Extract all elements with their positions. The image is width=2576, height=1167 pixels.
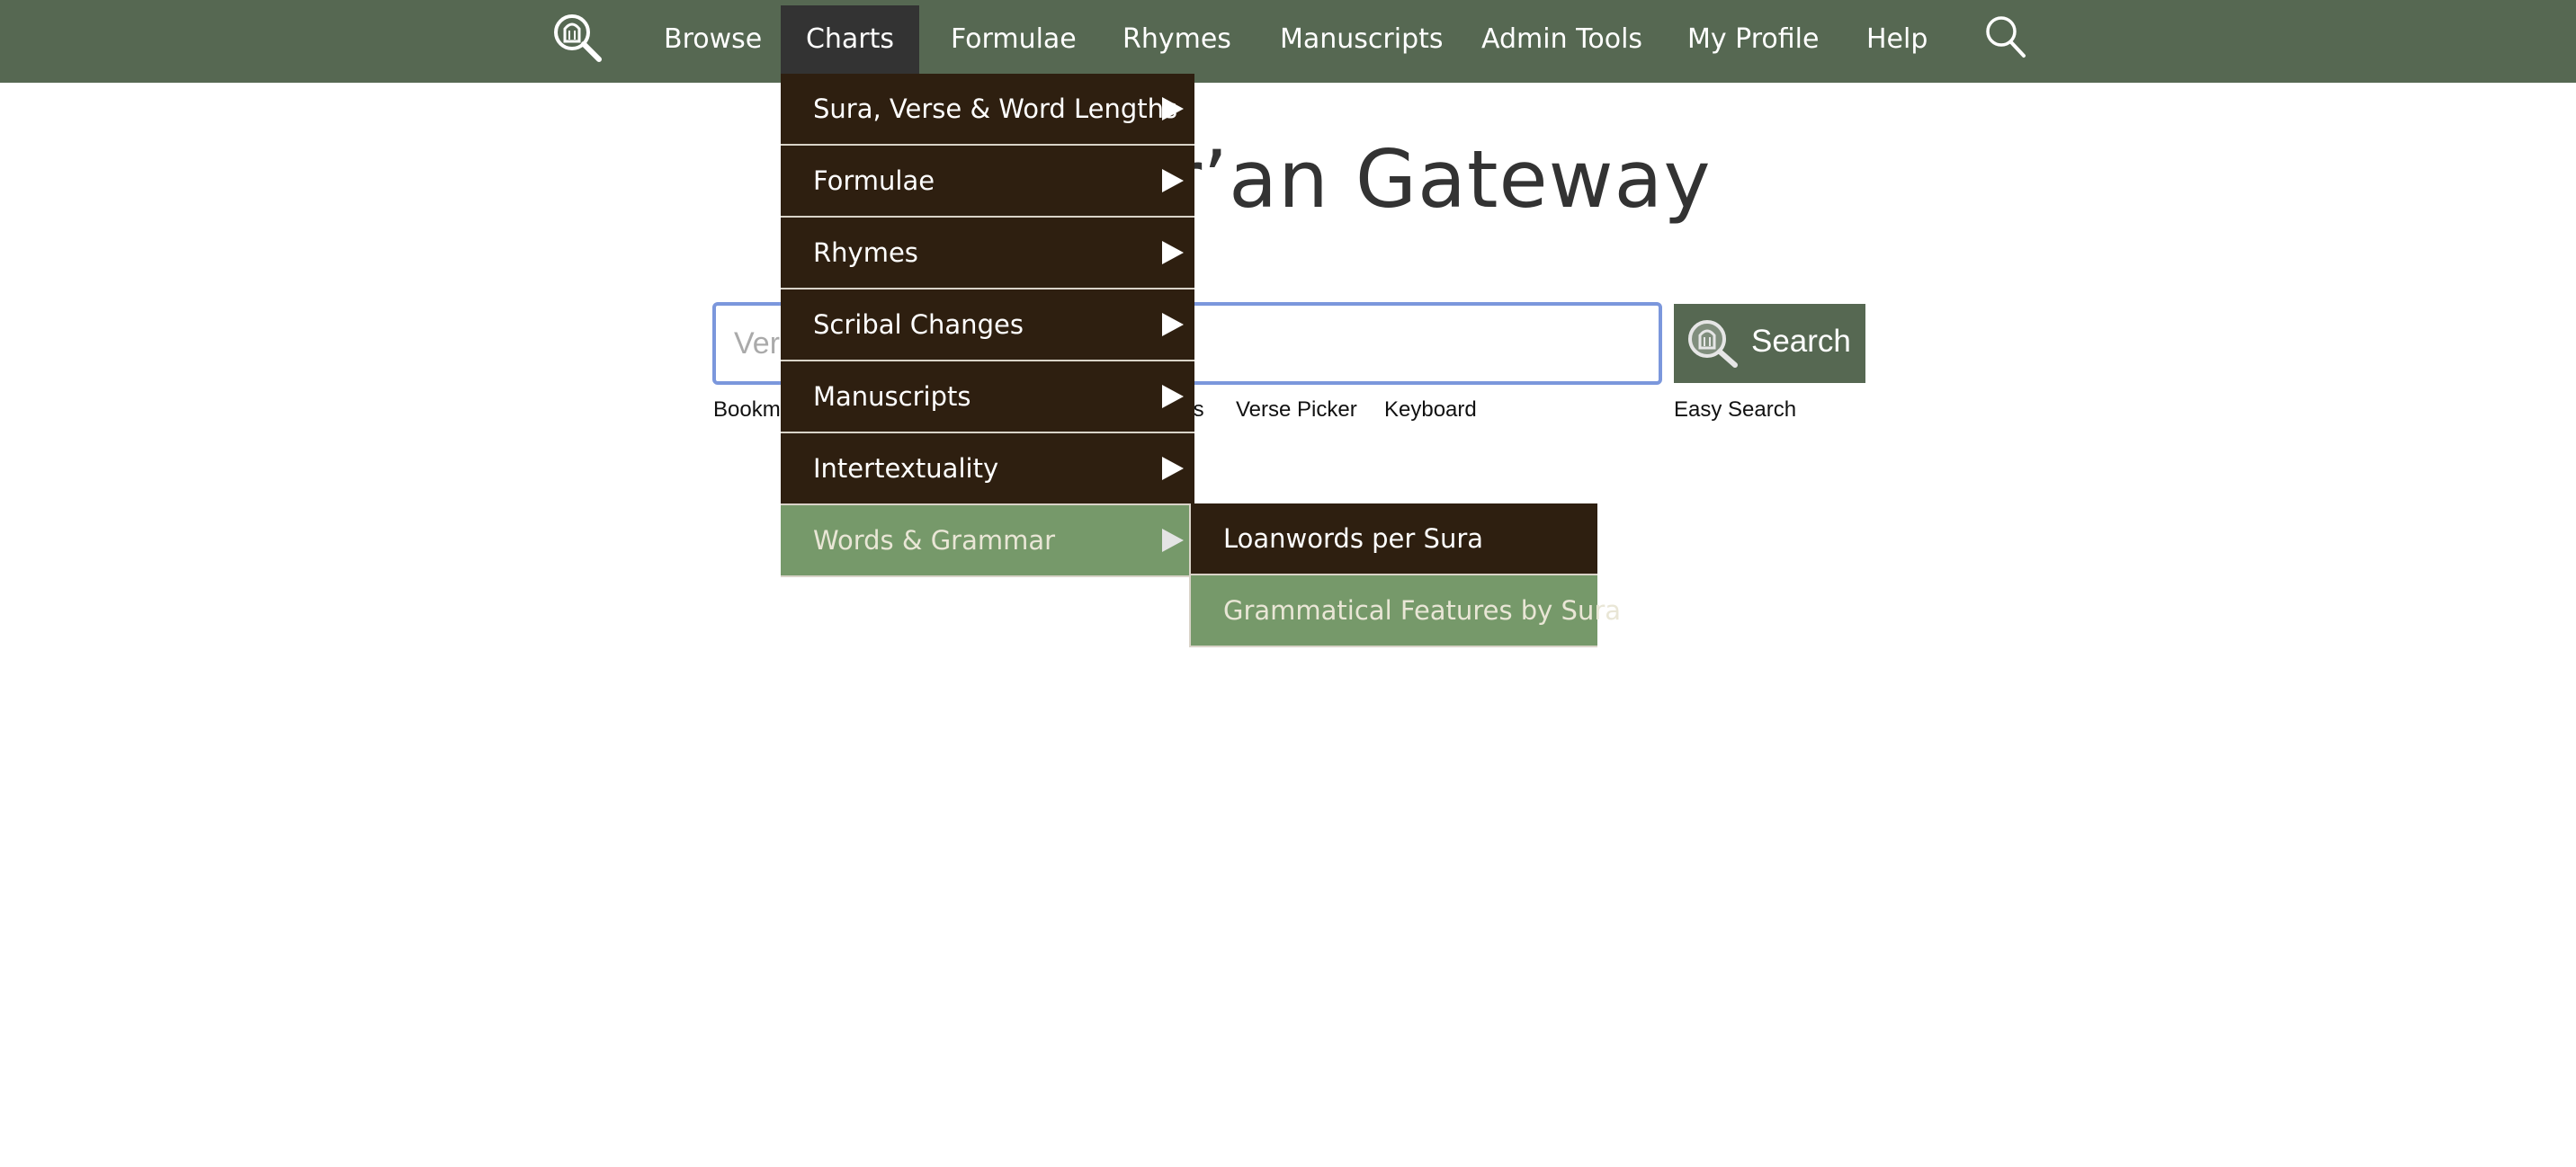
bookmarks-link[interactable]: Bookm <box>713 397 781 423</box>
menu-item-label: Sura, Verse & Word Lengths <box>813 94 1178 124</box>
verse-picker-link[interactable]: Verse Picker <box>1236 397 1357 423</box>
submenu-arrow-icon <box>1162 241 1184 264</box>
submenu-item-label: Grammatical Features by Sura <box>1223 595 1622 626</box>
menu-item-label: Scribal Changes <box>813 309 1024 340</box>
submenu-arrow-icon <box>1162 97 1184 120</box>
menu-item-label: Manuscripts <box>813 381 971 412</box>
site-logo: r’an Gateway <box>1169 133 1712 226</box>
search-button-label: Search <box>1751 324 1851 359</box>
nav-manuscripts[interactable]: Manuscripts <box>1280 5 1444 74</box>
nav-charts[interactable]: Charts <box>781 5 919 74</box>
menu-item-label: Words & Grammar <box>813 525 1056 556</box>
menu-item-label: Rhymes <box>813 237 918 268</box>
nav-my-profile[interactable]: My Profile <box>1687 5 1819 74</box>
menu-item-words-grammar[interactable]: Words & Grammar <box>781 505 1194 577</box>
nav-admin-tools[interactable]: Admin Tools <box>1481 5 1642 74</box>
menu-item-intertextuality[interactable]: Intertextuality <box>781 433 1194 505</box>
submenu-arrow-icon <box>1162 385 1184 408</box>
nav-formulae[interactable]: Formulae <box>951 5 1077 74</box>
submenu-item-label: Loanwords per Sura <box>1223 523 1484 554</box>
submenu-item-loanwords-per-sura[interactable]: Loanwords per Sura <box>1189 503 1597 575</box>
submenu-arrow-icon <box>1162 313 1184 336</box>
menu-item-label: Intertextuality <box>813 453 999 484</box>
menu-item-sura-verse-word-lengths[interactable]: Sura, Verse & Word Lengths <box>781 74 1194 146</box>
search-icon[interactable] <box>1984 14 2027 59</box>
keyboard-link[interactable]: Keyboard <box>1384 397 1477 423</box>
magnifier-manuscript-icon <box>1688 320 1738 368</box>
submenu-arrow-icon <box>1162 457 1184 480</box>
nav-rhymes[interactable]: Rhymes <box>1123 5 1231 74</box>
submenu-arrow-icon <box>1162 529 1184 552</box>
menu-item-formulae[interactable]: Formulae <box>781 146 1194 218</box>
magnifier-manuscript-icon[interactable] <box>552 13 603 65</box>
menu-item-label: Formulae <box>813 165 935 196</box>
submenu-arrow-icon <box>1162 169 1184 192</box>
nav-help[interactable]: Help <box>1866 5 1928 74</box>
submenu-item-grammatical-features-by-sura[interactable]: Grammatical Features by Sura <box>1189 575 1621 647</box>
menu-item-scribal-changes[interactable]: Scribal Changes <box>781 290 1194 361</box>
nav-browse[interactable]: Browse <box>664 5 762 74</box>
top-nav: Browse Charts Formulae Rhymes Manuscript… <box>0 0 2576 83</box>
search-button[interactable]: Search <box>1674 304 1865 383</box>
menu-item-manuscripts[interactable]: Manuscripts <box>781 361 1194 433</box>
menu-item-rhymes[interactable]: Rhymes <box>781 218 1194 290</box>
easy-search-link[interactable]: Easy Search <box>1674 397 1796 423</box>
